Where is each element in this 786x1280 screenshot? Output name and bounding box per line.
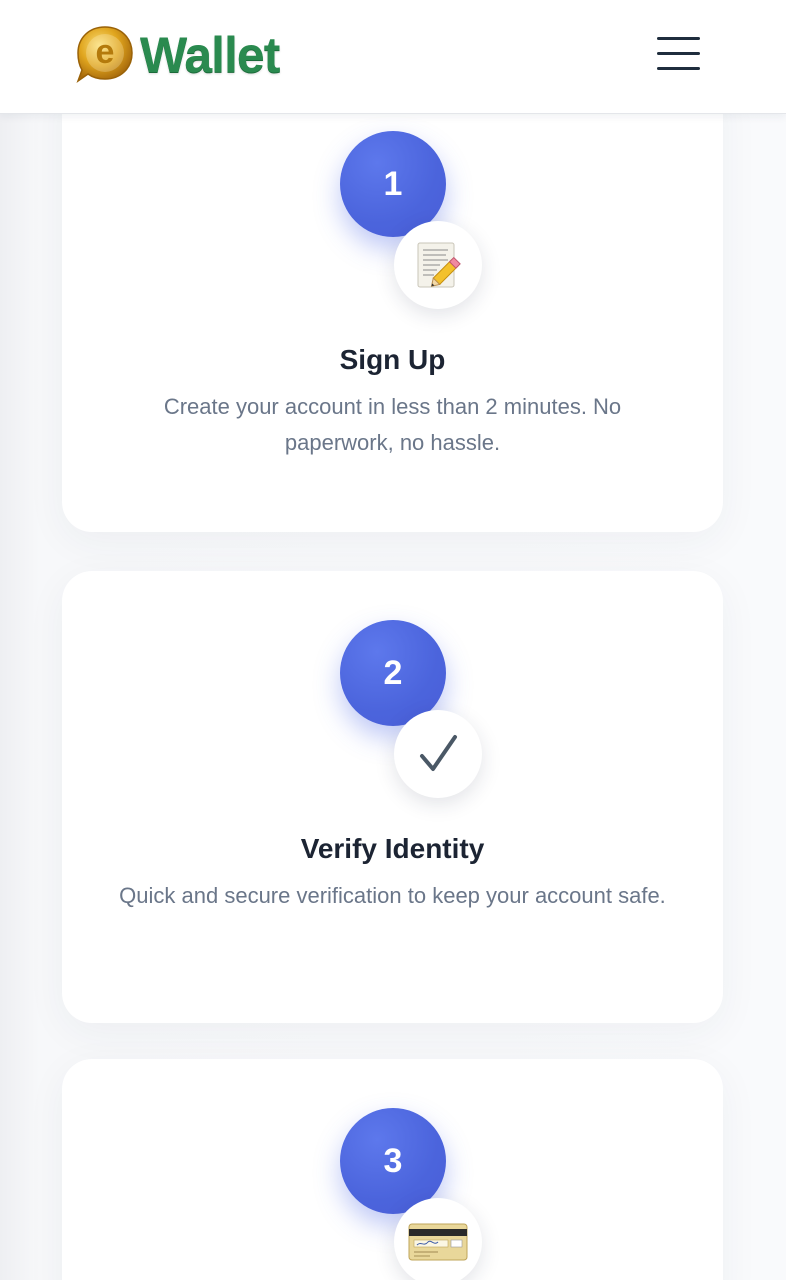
credit-card-icon <box>394 1198 482 1280</box>
step-card-3: 3 <box>62 1059 723 1280</box>
e-logo-icon: e <box>76 26 133 83</box>
top-navbar: e Wallet <box>0 0 786 114</box>
step-card-2: 2 Verify Identity Quick and secure verif… <box>62 571 723 1023</box>
step-title: Sign Up <box>339 344 446 375</box>
step-description: Create your account in less than 2 minut… <box>163 394 622 455</box>
step-description: Quick and secure verification to keep yo… <box>119 883 666 908</box>
svg-text:e: e <box>96 33 115 71</box>
page: e Wallet 1 Sign Up Create your account i… <box>0 0 786 1280</box>
step-card-1: 1 Sign Up Create your account in less th… <box>62 70 723 532</box>
check-mark-icon <box>394 710 482 798</box>
memo-pencil-icon <box>394 221 482 309</box>
logo-wordmark: Wallet <box>140 27 280 83</box>
step-title: Verify Identity <box>300 833 485 864</box>
ewallet-logo[interactable]: e Wallet <box>74 22 280 86</box>
hamburger-menu-icon[interactable] <box>654 34 702 74</box>
